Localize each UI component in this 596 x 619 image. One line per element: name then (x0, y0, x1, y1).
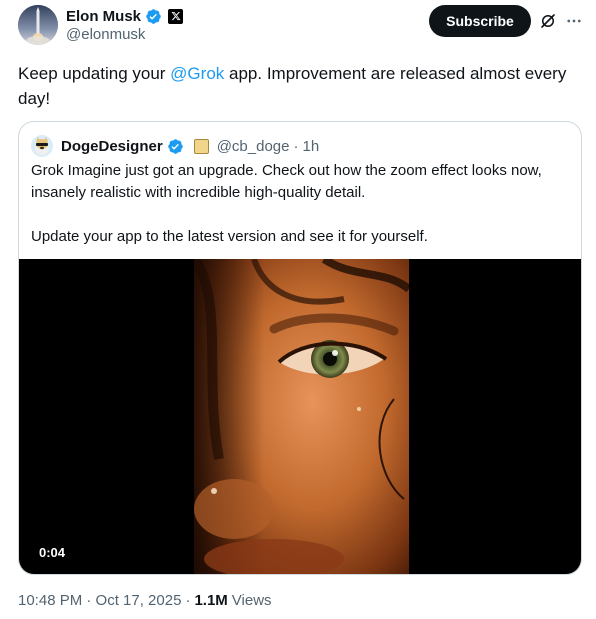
verified-badge-icon[interactable] (145, 8, 162, 25)
quote-timestamp[interactable]: 1h (302, 138, 319, 155)
views-count: 1.1M (194, 592, 228, 609)
quote-paragraph-2: Update your app to the latest version an… (31, 228, 428, 245)
author-avatar[interactable] (18, 5, 58, 45)
quote-paragraph-1: Grok Imagine just got an upgrade. Check … (31, 162, 542, 201)
video-frame (194, 259, 409, 574)
quote-author-handle[interactable]: @cb_doge (217, 138, 290, 155)
author-name-row: Elon Musk (66, 6, 184, 26)
quote-author-name[interactable]: DogeDesigner (61, 138, 163, 155)
tweet-text-before: Keep updating your (18, 64, 171, 83)
views-label: Views (231, 592, 272, 609)
quote-header: DogeDesigner @cb_doge · 1h (31, 135, 319, 157)
quote-separator: · (293, 137, 299, 155)
quoted-tweet-card[interactable]: DogeDesigner @cb_doge · 1h Grok Imagine … (18, 121, 582, 575)
meta-separator: · (185, 592, 191, 609)
grok-mention-link[interactable]: @Grok (170, 64, 224, 83)
tweet-timestamp[interactable]: 10:48 PM · Oct 17, 2025 (18, 592, 181, 609)
doge-avatar-icon (31, 135, 53, 157)
quote-text: Grok Imagine just got an upgrade. Check … (31, 160, 571, 248)
x-logo-icon[interactable] (168, 8, 184, 24)
tweet-text: Keep updating your @Grok app. Improvemen… (18, 61, 583, 111)
video-player[interactable]: 0:04 (19, 259, 581, 574)
video-thumbnail-image (194, 259, 409, 574)
grok-icon[interactable] (539, 12, 557, 30)
verified-badge-icon[interactable] (167, 138, 184, 155)
subscribe-button[interactable]: Subscribe (429, 5, 531, 37)
more-icon[interactable] (565, 12, 583, 30)
video-duration: 0:04 (39, 545, 66, 560)
author-name[interactable]: Elon Musk (66, 8, 141, 25)
rocket-launch-avatar (18, 5, 58, 45)
tweet: Elon Musk @elonmusk Subscribe Keep updat… (0, 0, 596, 619)
affiliate-badge-icon[interactable] (193, 138, 209, 154)
quote-author-avatar[interactable] (31, 135, 53, 157)
author-handle[interactable]: @elonmusk (66, 26, 145, 43)
tweet-meta: 10:48 PM · Oct 17, 2025 · 1.1M Views (18, 592, 272, 609)
